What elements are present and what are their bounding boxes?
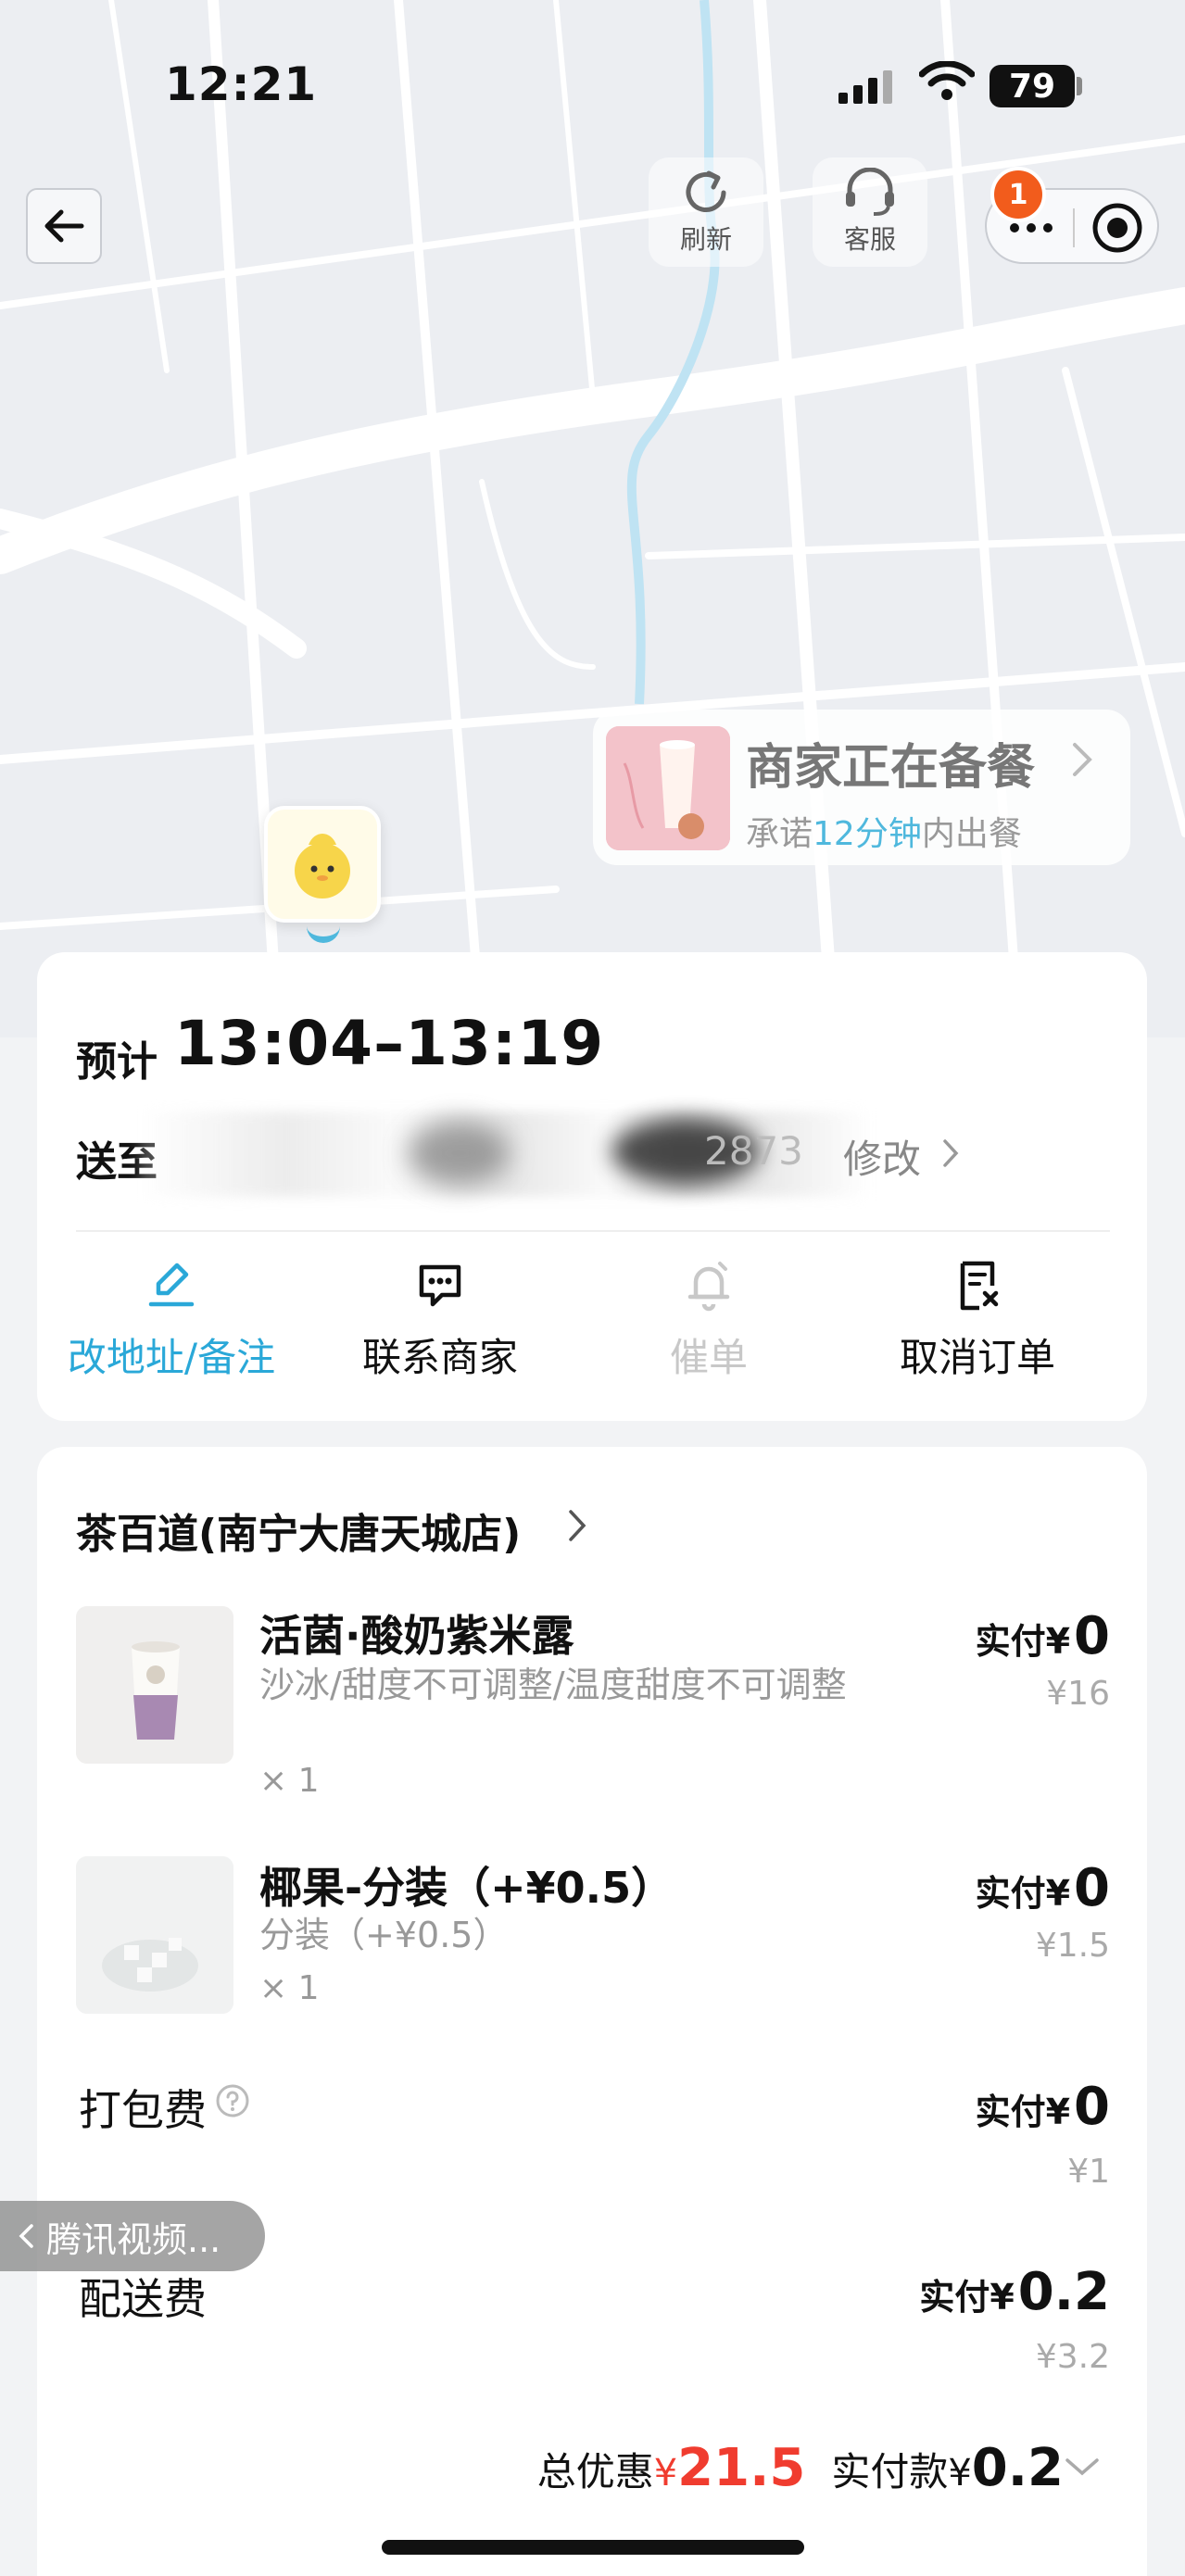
address-phone-tail: 2873 (704, 1128, 803, 1174)
address-redaction-mark (408, 1121, 510, 1186)
change-address-note-label: 改地址/备注 (67, 1335, 276, 1380)
cancel-order-icon (960, 1261, 999, 1311)
paid-value: 0.2 (1017, 2262, 1110, 2322)
status-bar: 12:21 79 (0, 0, 1185, 176)
order-detail-card: 茶百道(南宁大唐天城店) 活菌·酸奶紫米露 沙冰/甜度不可调整/温度甜度不可调整… (37, 1447, 1147, 2576)
product-spec: 分装（+¥0.5） (259, 1915, 509, 1955)
store-name-link[interactable]: 茶百道(南宁大唐天城店) (76, 1501, 521, 1560)
back-button[interactable] (26, 188, 102, 264)
delivery-fee-label: 配送费 (79, 2274, 207, 2324)
currency-symbol: ¥ (948, 2452, 972, 2494)
product-spec: 沙冰/甜度不可调整/温度甜度不可调整 (259, 1665, 847, 1705)
urge-order-label: 催单 (669, 1335, 748, 1380)
currency-symbol: ¥ (1045, 2092, 1071, 2132)
product-image[interactable] (76, 1856, 233, 2014)
currency-symbol: ¥ (653, 2452, 678, 2494)
total-discount-label: 总优惠 (536, 2449, 654, 2494)
paid-value: 0 (1074, 1858, 1110, 1918)
chevron-right-icon (569, 1510, 586, 1541)
chevron-right-icon (943, 1139, 959, 1167)
chevron-right-icon (1073, 743, 1092, 776)
paid-value: 0 (1074, 1606, 1110, 1666)
currency-symbol: ¥ (990, 2277, 1015, 2318)
promise-prefix: 承诺 (746, 815, 813, 853)
paid-label: 实付 (919, 2277, 990, 2318)
status-time: 12:21 (165, 57, 318, 111)
close-target-icon[interactable] (1091, 202, 1143, 254)
currency-symbol: ¥ (1045, 1873, 1071, 1914)
original-price: ¥1.5 (1035, 1927, 1110, 1965)
product-name: 椰果-分装（+¥0.5） (259, 1863, 674, 1913)
merchant-status-bubble[interactable]: 商家正在备餐 承诺12分钟内出餐 (593, 710, 1130, 865)
packing-fee-paid: 实付¥0 (976, 2077, 1110, 2137)
promise-minutes: 12分钟 (813, 815, 922, 853)
delivery-fee-paid: 实付¥0.2 (919, 2262, 1110, 2322)
back-to-app-label: 腾讯视频... (46, 2218, 221, 2260)
original-price: ¥16 (1046, 1675, 1110, 1713)
refresh-button[interactable]: 刷新 (649, 157, 763, 267)
paid-amount: 实付¥0 (976, 1606, 1110, 1666)
back-to-app-button[interactable]: 腾讯视频... (0, 2201, 265, 2271)
bell-icon (687, 1262, 730, 1312)
chevron-left-icon (19, 2224, 33, 2248)
eta-label: 预计 (76, 1038, 158, 1086)
battery-indicator: 79 (990, 65, 1075, 107)
edit-address-icon (148, 1263, 195, 1307)
capsule-divider (1073, 208, 1075, 247)
merchant-status-text: 商家正在备餐 (746, 740, 1036, 796)
contact-merchant-button[interactable]: 联系商家 (306, 1258, 574, 1397)
cancel-order-button[interactable]: 取消订单 (843, 1258, 1112, 1397)
refresh-label: 刷新 (679, 224, 732, 255)
actual-paid-value: 0.2 (971, 2438, 1064, 2498)
rider-location-marker[interactable] (264, 806, 381, 923)
divider (76, 1230, 1110, 1232)
chevron-down-icon[interactable] (1064, 2457, 1101, 2479)
contact-merchant-label: 联系商家 (361, 1335, 518, 1380)
promise-suffix: 内出餐 (921, 815, 1022, 853)
product-quantity: × 1 (259, 1969, 320, 2007)
help-circle-icon[interactable] (215, 2083, 250, 2118)
cancel-order-label: 取消订单 (899, 1335, 1055, 1380)
paid-label: 实付 (975, 1621, 1046, 1662)
customer-service-button[interactable]: 客服 (813, 157, 927, 267)
delivery-fee-original: ¥3.2 (1035, 2338, 1110, 2376)
urge-order-button[interactable]: 催单 (574, 1258, 843, 1397)
customer-service-label: 客服 (843, 224, 896, 255)
delivery-info-card: 预计 13:04–13:19 送至 2873 修改 改地址/备注 联系商家 催单… (37, 952, 1147, 1421)
currency-symbol: ¥ (1045, 1621, 1071, 1662)
order-tracking-page: 12:21 79 刷新 客服 1 商家正在备餐 承诺12分钟内出餐 预计 13:… (0, 0, 1185, 2576)
prep-time-promise: 承诺12分钟内出餐 (746, 807, 1022, 855)
refresh-icon (686, 170, 726, 212)
home-indicator[interactable] (382, 2540, 804, 2555)
packing-fee-original: ¥1 (1067, 2153, 1110, 2191)
paid-amount: 实付¥0 (976, 1858, 1110, 1918)
chat-icon (419, 1264, 461, 1307)
edit-address-link[interactable]: 修改 (843, 1128, 921, 1185)
rider-avatar-icon (295, 834, 350, 898)
wifi-icon (919, 61, 975, 100)
arrow-left-icon (44, 209, 84, 243)
headset-icon (846, 168, 894, 216)
merchant-product-image (606, 726, 730, 850)
order-summary[interactable]: 总优惠 ¥ 21.5 实付款 ¥ 0.2 (537, 2438, 1064, 2503)
actual-paid-label: 实付款 (831, 2449, 949, 2494)
battery-tip (1077, 77, 1082, 95)
product-name: 活菌·酸奶紫米露 (259, 1611, 574, 1661)
eta-time: 13:04–13:19 (174, 1008, 605, 1079)
product-image[interactable] (76, 1606, 233, 1764)
paid-label: 实付 (975, 2092, 1046, 2132)
notification-badge: 1 (990, 167, 1046, 222)
paid-value: 0 (1074, 2077, 1110, 2137)
paid-label: 实付 (975, 1873, 1046, 1914)
total-discount-value: 21.5 (677, 2438, 806, 2498)
cellular-signal-icon (838, 70, 892, 104)
change-address-note-button[interactable]: 改地址/备注 (37, 1258, 306, 1397)
product-quantity: × 1 (259, 1762, 320, 1800)
packing-fee-label: 打包费 (79, 2085, 207, 2135)
